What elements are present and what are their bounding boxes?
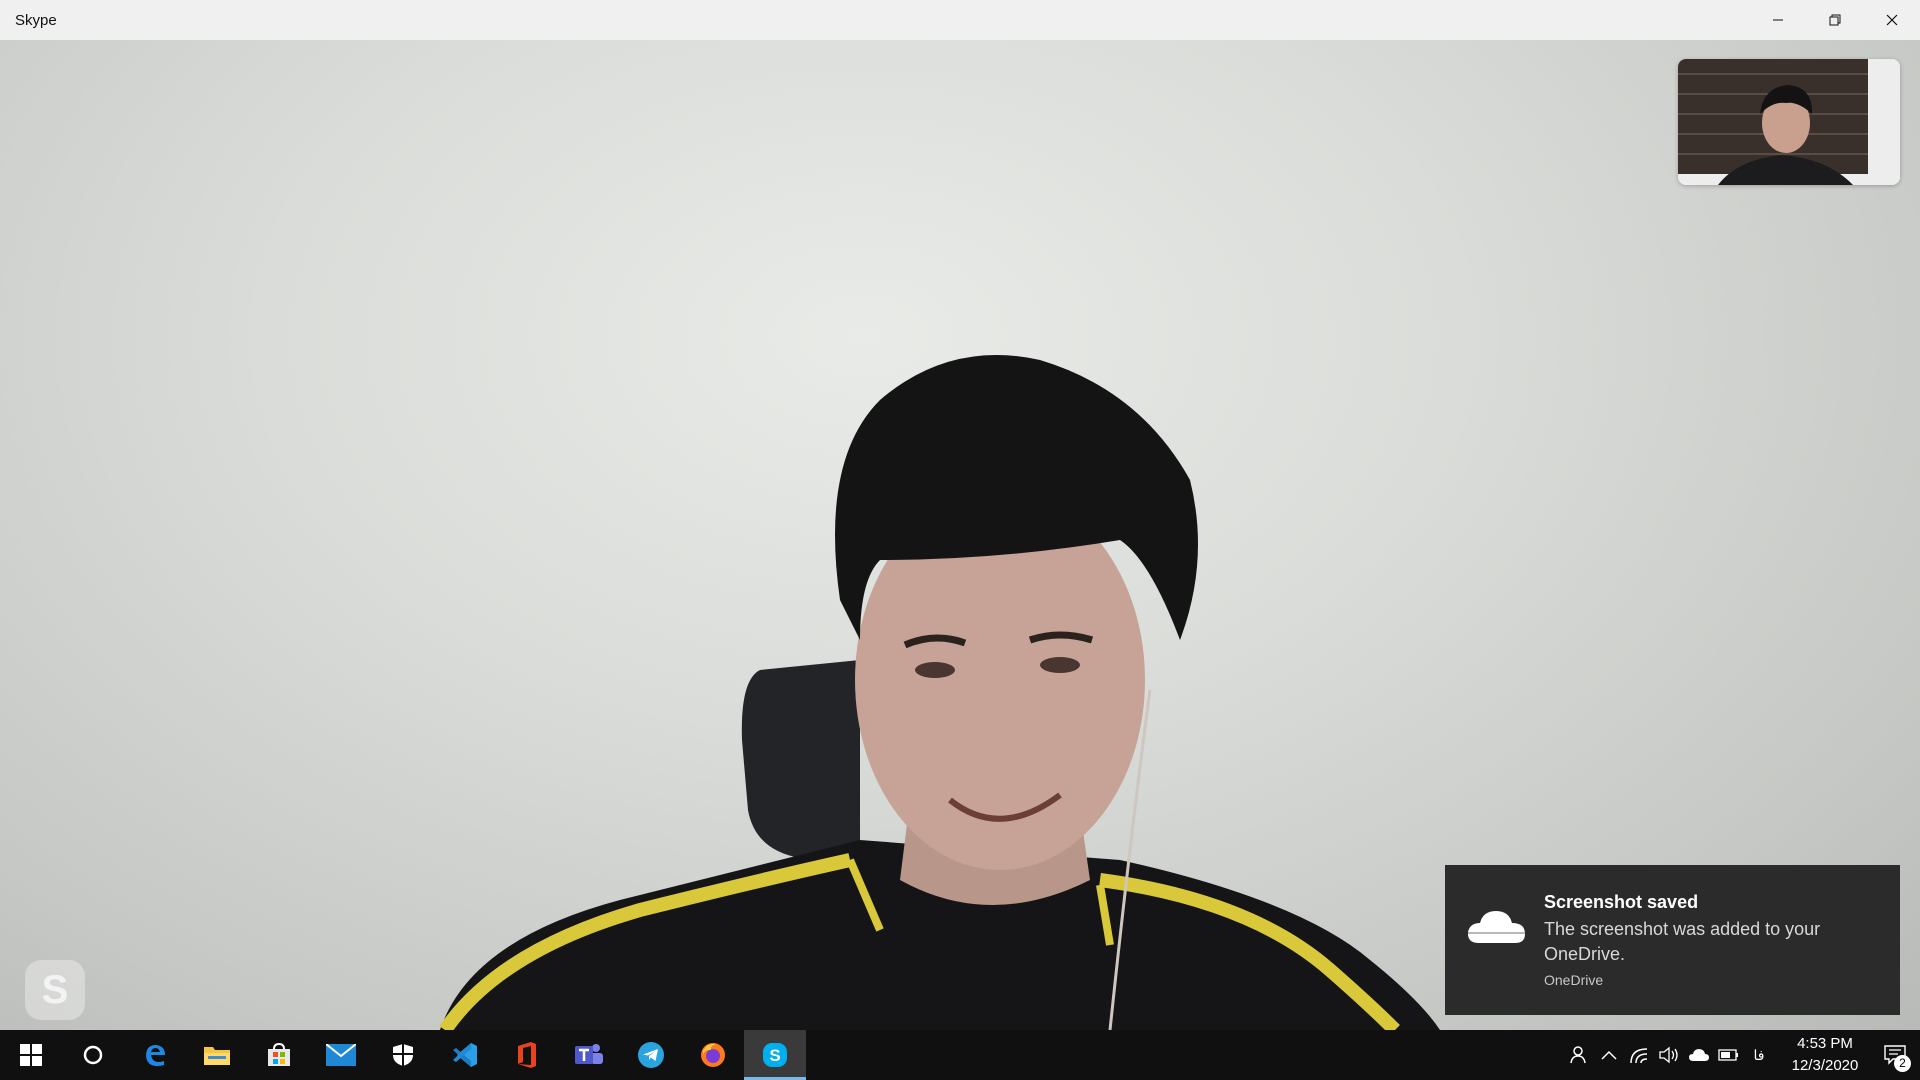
skype-watermark-icon: S xyxy=(25,960,85,1020)
minimize-button[interactable] xyxy=(1749,0,1806,40)
restore-button[interactable] xyxy=(1806,0,1863,40)
taskbar-app-store[interactable] xyxy=(248,1030,310,1080)
show-hidden-icons-button[interactable] xyxy=(1594,1030,1624,1080)
minimize-icon xyxy=(1772,19,1783,21)
mail-icon xyxy=(326,1044,356,1066)
chevron-up-icon xyxy=(1601,1050,1617,1060)
taskbar-app-telegram[interactable] xyxy=(620,1030,682,1080)
title-bar: Skype xyxy=(0,0,1920,40)
action-center-button[interactable]: 2 xyxy=(1870,1030,1920,1080)
toast-notification[interactable]: Screenshot saved The screenshot was adde… xyxy=(1445,865,1900,1015)
folder-icon xyxy=(204,1047,230,1065)
people-icon xyxy=(1570,1046,1586,1064)
system-tray: فا 4:53 PM 12/3/2020 2 xyxy=(1564,1030,1920,1080)
shield-icon xyxy=(393,1044,413,1066)
notification-count-badge: 2 xyxy=(1894,1055,1911,1072)
office-icon xyxy=(518,1042,536,1068)
clock[interactable]: 4:53 PM 12/3/2020 xyxy=(1780,1033,1870,1077)
close-button[interactable] xyxy=(1863,0,1920,40)
battery-icon xyxy=(1718,1049,1738,1061)
taskbar-app-windows-security[interactable] xyxy=(372,1030,434,1080)
toast-title: Screenshot saved xyxy=(1544,892,1699,912)
self-view-video[interactable] xyxy=(1678,59,1900,185)
toast-app-name: OneDrive xyxy=(1544,972,1604,988)
taskbar-app-teams[interactable] xyxy=(558,1030,620,1080)
self-view-image xyxy=(1678,59,1900,185)
store-icon xyxy=(268,1042,290,1066)
taskbar-app-office[interactable] xyxy=(496,1030,558,1080)
teams-icon xyxy=(575,1044,603,1064)
cortana-circle-icon xyxy=(83,1045,103,1065)
taskbar-app-file-explorer[interactable] xyxy=(186,1030,248,1080)
close-icon xyxy=(1886,14,1897,26)
battery-button[interactable] xyxy=(1714,1030,1744,1080)
window-title: Skype xyxy=(15,11,57,29)
start-button[interactable] xyxy=(0,1030,62,1080)
edge-icon xyxy=(146,1045,165,1066)
taskbar-app-firefox[interactable] xyxy=(682,1030,744,1080)
people-button[interactable] xyxy=(1564,1030,1594,1080)
onedrive-tray-button[interactable] xyxy=(1684,1030,1714,1080)
taskbar-app-skype[interactable]: S xyxy=(744,1030,806,1080)
speaker-icon xyxy=(1659,1046,1678,1064)
skype-icon: S xyxy=(763,1043,787,1067)
toast-body: The screenshot was added to your OneDriv… xyxy=(1544,919,1821,964)
telegram-icon xyxy=(638,1042,664,1068)
volume-button[interactable] xyxy=(1654,1030,1684,1080)
search-button[interactable] xyxy=(62,1030,124,1080)
svg-text:S: S xyxy=(769,1046,780,1065)
vscode-icon xyxy=(453,1043,477,1067)
wifi-icon xyxy=(1630,1048,1648,1064)
firefox-icon xyxy=(701,1043,725,1067)
network-button[interactable] xyxy=(1624,1030,1654,1080)
window-controls xyxy=(1749,0,1920,40)
onedrive-sync-icon xyxy=(1689,1049,1709,1061)
taskbar-app-vscode[interactable] xyxy=(434,1030,496,1080)
clock-date: 12/3/2020 xyxy=(1791,1057,1859,1074)
taskbar-app-edge[interactable] xyxy=(124,1030,186,1080)
clock-time: 4:53 PM xyxy=(1797,1035,1853,1052)
windows-logo-icon xyxy=(20,1044,42,1066)
cloud-icon xyxy=(1467,911,1525,943)
taskbar: S فا 4:53 PM 12/3/2020 2 xyxy=(0,1030,1920,1080)
restore-icon xyxy=(1829,14,1840,26)
input-language-indicator[interactable]: فا xyxy=(1744,1030,1774,1080)
taskbar-app-mail[interactable] xyxy=(310,1030,372,1080)
